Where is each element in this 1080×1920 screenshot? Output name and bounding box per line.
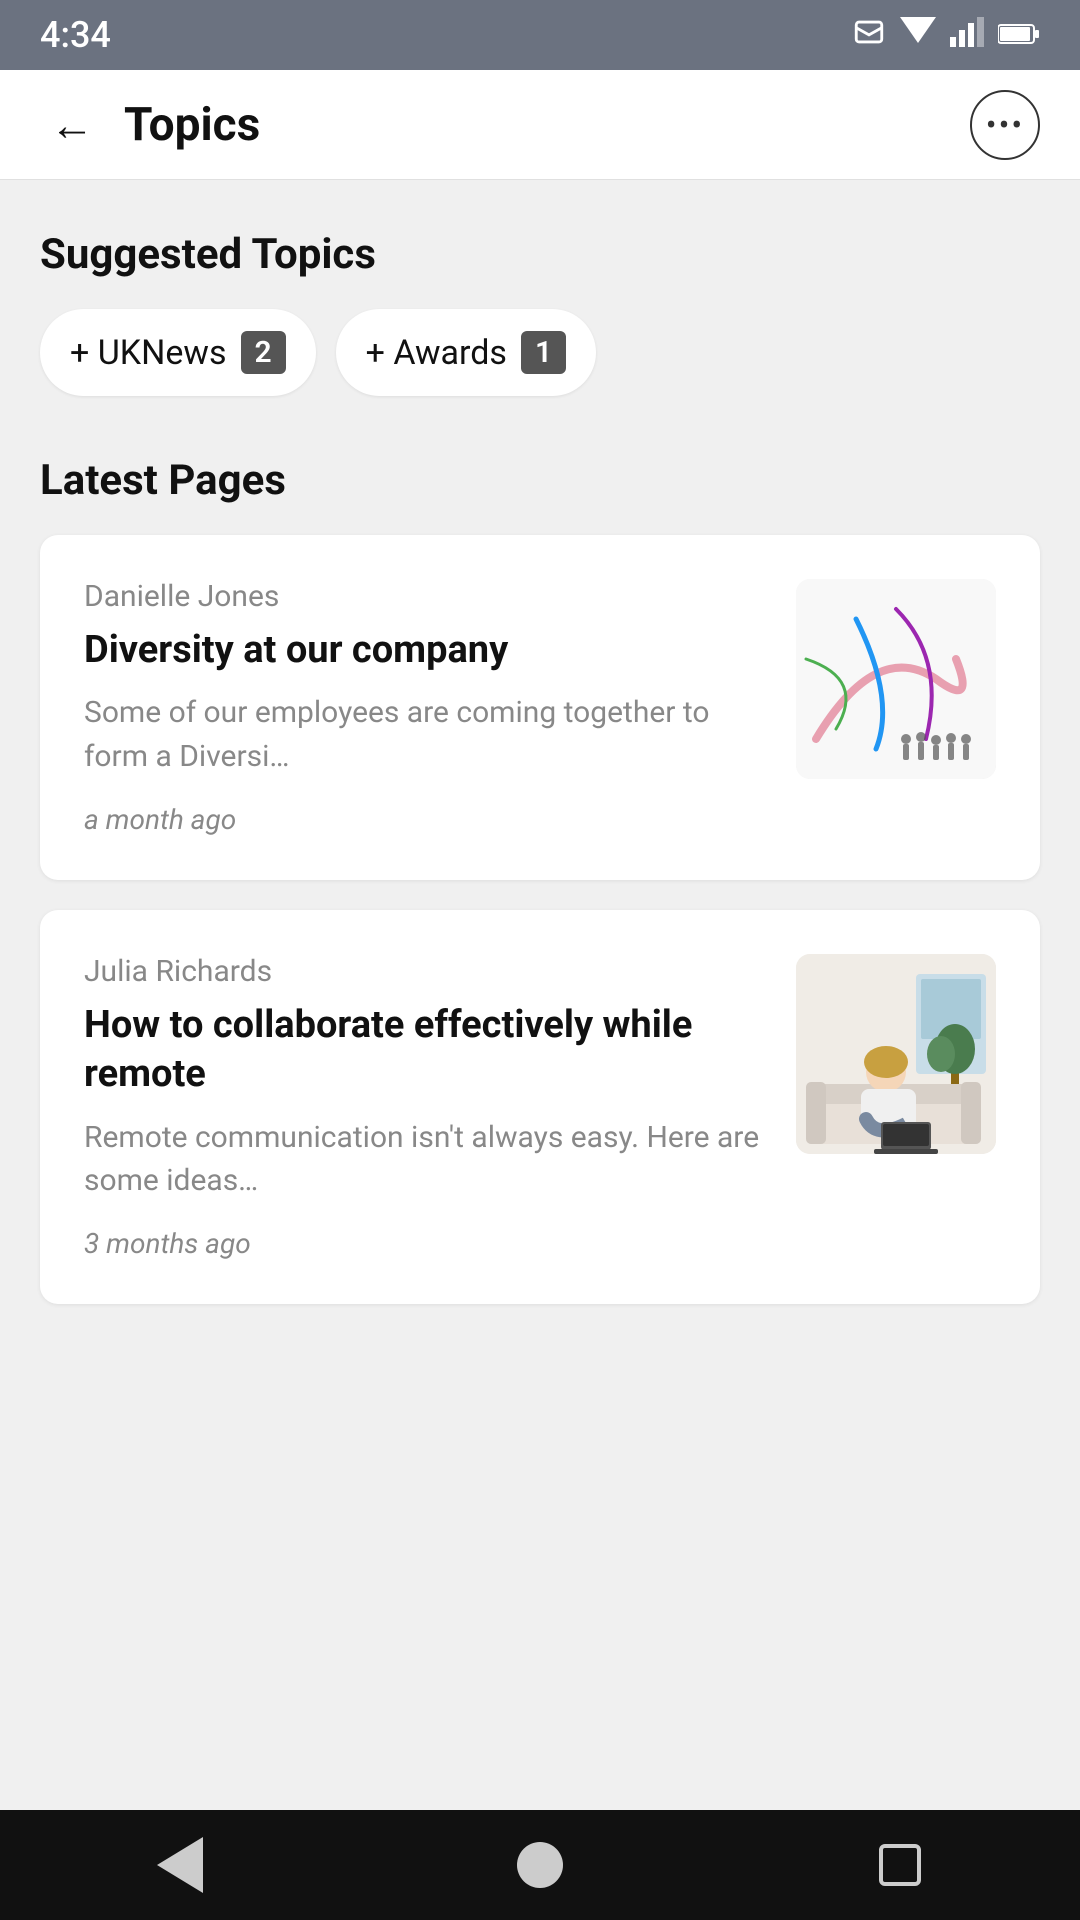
topic-chip-awards-badge: 1 [521, 331, 566, 374]
notification-icon [852, 15, 886, 56]
nav-bar: ← Topics ••• [0, 70, 1080, 180]
main-content: Suggested Topics + UKNews 2 + Awards 1 L… [0, 180, 1080, 1810]
page-card-diversity[interactable]: Danielle Jones Diversity at our company … [40, 535, 1040, 880]
page-card-diversity-text: Danielle Jones Diversity at our company … [84, 579, 766, 778]
topic-chip-awards-label: + Awards [366, 333, 507, 373]
page-title: Topics [124, 98, 970, 152]
back-button[interactable]: ← [40, 89, 104, 161]
page-card-diversity-inner: Danielle Jones Diversity at our company … [84, 579, 996, 779]
page-card-diversity-timestamp: a month ago [84, 803, 996, 836]
page-card-diversity-thumbnail [796, 579, 996, 779]
page-card-collaborate[interactable]: Julia Richards How to collaborate effect… [40, 910, 1040, 1304]
suggested-topics-section: Suggested Topics + UKNews 2 + Awards 1 [40, 230, 1040, 396]
page-card-collaborate-title: How to collaborate effectively while rem… [84, 1001, 766, 1100]
bottom-nav [0, 1810, 1080, 1920]
back-triangle-icon [157, 1837, 203, 1893]
topic-chip-uknews-badge: 2 [241, 331, 286, 374]
home-circle-icon [517, 1842, 563, 1888]
recents-button[interactable] [860, 1825, 940, 1905]
topic-chip-uknews-label: + UKNews [70, 333, 227, 373]
topic-chip-uknews[interactable]: + UKNews 2 [40, 309, 316, 396]
more-options-button[interactable]: ••• [970, 90, 1040, 160]
page-card-collaborate-inner: Julia Richards How to collaborate effect… [84, 954, 996, 1203]
signal-icon [950, 17, 984, 54]
battery-icon [998, 19, 1040, 52]
page-card-collaborate-timestamp: 3 months ago [84, 1227, 996, 1260]
latest-pages-section: Latest Pages Danielle Jones Diversity at… [40, 456, 1040, 1304]
page-card-collaborate-excerpt: Remote communication isn't always easy. … [84, 1116, 766, 1203]
page-card-diversity-author: Danielle Jones [84, 579, 766, 614]
back-button[interactable] [140, 1825, 220, 1905]
topic-chips-container: + UKNews 2 + Awards 1 [40, 309, 1040, 396]
status-bar: 4:34 [0, 0, 1080, 70]
page-card-diversity-excerpt: Some of our employees are coming togethe… [84, 691, 766, 778]
more-dots-icon: ••• [986, 109, 1024, 141]
page-card-collaborate-author: Julia Richards [84, 954, 766, 989]
back-arrow-icon: ← [50, 99, 94, 151]
status-time: 4:34 [40, 14, 111, 56]
page-card-collaborate-text: Julia Richards How to collaborate effect… [84, 954, 766, 1203]
home-button[interactable] [500, 1825, 580, 1905]
wifi-icon [900, 17, 936, 54]
page-card-collaborate-thumbnail [796, 954, 996, 1154]
page-card-diversity-title: Diversity at our company [84, 626, 766, 675]
recents-square-icon [879, 1844, 921, 1886]
suggested-topics-title: Suggested Topics [40, 230, 1040, 279]
status-icons [852, 15, 1040, 56]
topic-chip-awards[interactable]: + Awards 1 [336, 309, 596, 396]
latest-pages-title: Latest Pages [40, 456, 1040, 505]
